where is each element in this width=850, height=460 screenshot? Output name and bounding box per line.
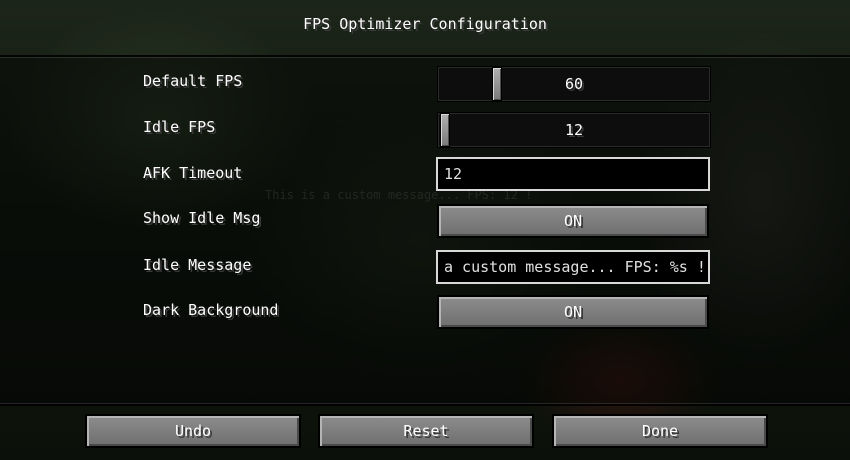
idle-message-label: Idle Message [143, 256, 252, 274]
dark-background-toggle[interactable]: ON [437, 295, 709, 329]
screen-title: FPS Optimizer Configuration [303, 15, 547, 33]
idle-fps-slider[interactable]: 12 [437, 112, 711, 148]
afk-timeout-field[interactable]: 12 [436, 157, 710, 191]
settings-list-panel [0, 55, 850, 406]
idle-fps-label: Idle FPS [143, 118, 216, 136]
done-button[interactable]: Done [552, 414, 768, 448]
default-fps-slider[interactable]: 60 [437, 66, 711, 102]
show-idle-msg-toggle[interactable]: ON [437, 204, 709, 238]
idle-fps-value: 12 [564, 121, 584, 139]
afk-timeout-label: AFK Timeout [143, 164, 243, 182]
reset-button[interactable]: Reset [318, 414, 534, 448]
default-fps-label: Default FPS [143, 72, 243, 90]
default-fps-value: 60 [564, 75, 584, 93]
idle-message-field[interactable]: a custom message... FPS: %s ! [436, 250, 710, 284]
show-idle-msg-label: Show Idle Msg [143, 209, 261, 227]
undo-button[interactable]: Undo [85, 414, 301, 448]
dark-background-label: Dark Background [143, 301, 279, 319]
